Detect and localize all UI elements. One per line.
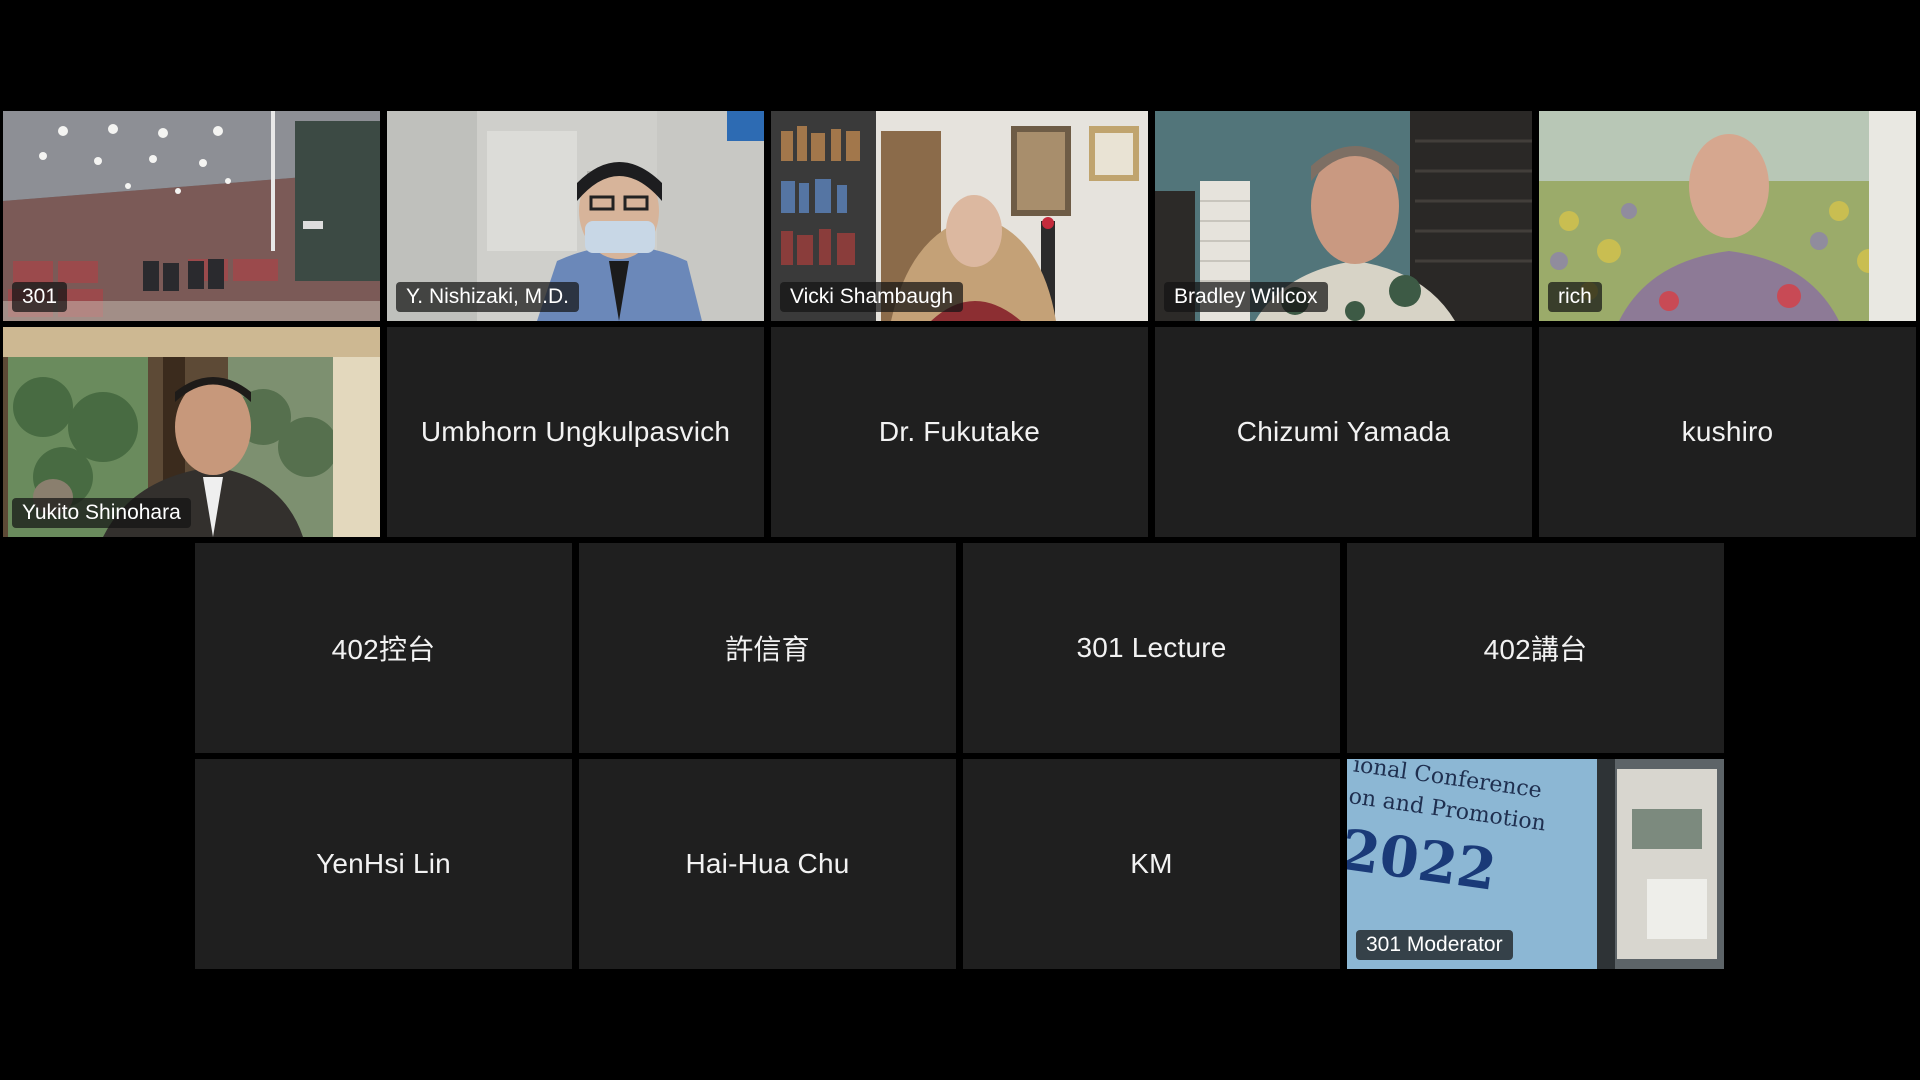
participant-name: kushiro (1681, 416, 1774, 447)
participant-name-tag: Vicki Shambaugh (780, 282, 964, 312)
participant-name-tag: 301 (12, 282, 68, 312)
participant-name-tag: Y. Nishizaki, M.D. (396, 282, 579, 312)
participant-name: Chizumi Yamada (1236, 416, 1451, 447)
participant-tile-hsu-hsin-yu[interactable]: 許信育 (579, 543, 956, 753)
participant-name-tag: 301 Moderator (1356, 930, 1513, 960)
participant-name: 402控台 (331, 634, 436, 665)
participant-name-tag: Yukito Shinohara (12, 498, 191, 528)
participant-name: KM (1130, 848, 1173, 879)
participant-tile-301-moderator[interactable]: ional Conference on and Promotion 2022 3… (1347, 759, 1724, 969)
participant-tile-402-podium[interactable]: 402講台 (1347, 543, 1724, 753)
participant-name: Umbhorn Ungkulpasvich (420, 416, 731, 447)
participant-tile-301[interactable]: 301 (3, 111, 380, 321)
participant-tile-301-lecture[interactable]: 301 Lecture (963, 543, 1340, 753)
participant-name: Hai-Hua Chu (685, 848, 850, 879)
participant-name: 301 Lecture (1076, 632, 1227, 663)
participant-name: 許信育 (725, 634, 810, 665)
participant-tile-umbhorn-ungkulpasvich[interactable]: Umbhorn Ungkulpasvich (387, 327, 764, 537)
participant-tile-chizumi-yamada[interactable]: Chizumi Yamada (1155, 327, 1532, 537)
participant-name-tag: rich (1548, 282, 1602, 312)
participant-name: Dr. Fukutake (878, 416, 1041, 447)
participant-name: YenHsi Lin (316, 848, 451, 879)
participant-tile-kushiro[interactable]: kushiro (1539, 327, 1916, 537)
participant-name: 402講台 (1483, 634, 1588, 665)
participant-tile-km[interactable]: KM (963, 759, 1340, 969)
participant-tile-402-console[interactable]: 402控台 (195, 543, 572, 753)
participant-tile-dr-fukutake[interactable]: Dr. Fukutake (771, 327, 1148, 537)
participant-tile-yenhsi-lin[interactable]: YenHsi Lin (195, 759, 572, 969)
video-grid: 301 Y. Nishizaki, M.D. Vicki Shambaugh B… (0, 0, 1920, 1080)
participant-tile-rich[interactable]: rich (1539, 111, 1916, 321)
participant-tile-yukito-shinohara[interactable]: Yukito Shinohara (3, 327, 380, 537)
participant-tile-y-nishizaki[interactable]: Y. Nishizaki, M.D. (387, 111, 764, 321)
participant-tile-vicki-shambaugh[interactable]: Vicki Shambaugh (771, 111, 1148, 321)
participant-name-tag: Bradley Willcox (1164, 282, 1328, 312)
participant-tile-hai-hua-chu[interactable]: Hai-Hua Chu (579, 759, 956, 969)
participant-tile-bradley-willcox[interactable]: Bradley Willcox (1155, 111, 1532, 321)
